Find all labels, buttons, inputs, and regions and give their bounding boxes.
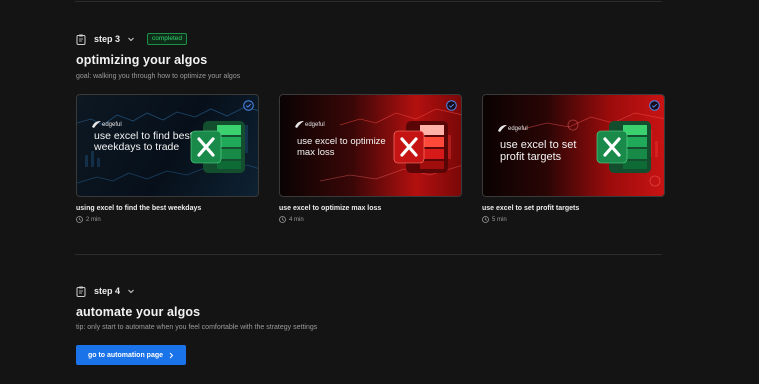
lesson-title[interactable]: use excel to optimize max loss [279, 205, 462, 212]
step-3-title: optimizing your algos [76, 53, 208, 67]
clipboard-icon [76, 286, 86, 297]
clock-icon [482, 216, 489, 223]
clock-icon [279, 216, 286, 223]
go-to-automation-button[interactable]: go to automation page [76, 345, 186, 365]
completed-badge: completed [147, 32, 188, 46]
clock-icon [76, 216, 83, 223]
section-divider [75, 254, 662, 255]
excel-icon [595, 117, 653, 177]
lesson-title[interactable]: using excel to find the best weekdays [76, 205, 259, 212]
step-3-goal: goal: walking you through how to optimiz… [76, 73, 241, 80]
go-to-automation-label: go to automation page [87, 351, 164, 359]
clipboard-icon [76, 34, 86, 45]
lesson-thumbnail[interactable]: edgeful use excel to optimize max loss [279, 94, 462, 197]
lesson-card-profit-targets[interactable]: edgeful use excel to set profit targets … [482, 94, 665, 223]
step-4-title: automate your algos [76, 305, 201, 319]
edgeful-logo: edgeful [295, 121, 325, 128]
chevron-down-icon[interactable] [127, 287, 135, 295]
thumbnail-headline: use excel to find best weekdays to trade [94, 130, 193, 153]
step-3-header[interactable]: step 3 completed [76, 32, 188, 46]
check-circle-icon [446, 98, 457, 111]
top-divider [75, 1, 662, 2]
lesson-thumbnail[interactable]: edgeful use excel to find best weekdays … [76, 94, 259, 197]
step-3-label: step 3 [94, 34, 121, 44]
chevron-down-icon[interactable] [127, 35, 135, 43]
step-4-tip: tip: only start to automate when you fee… [76, 324, 318, 331]
excel-icon [189, 117, 247, 177]
chevron-right-icon [168, 352, 174, 359]
lesson-duration: 5 min [482, 216, 665, 223]
lesson-card-max-loss[interactable]: edgeful use excel to optimize max loss u… [279, 94, 462, 223]
lesson-thumbnail[interactable]: edgeful use excel to set profit targets [482, 94, 665, 197]
edgeful-logo: edgeful [92, 121, 122, 128]
step-4-label: step 4 [94, 286, 121, 296]
excel-icon [392, 117, 450, 177]
lesson-duration: 4 min [279, 216, 462, 223]
check-circle-icon [649, 98, 660, 111]
check-circle-icon [243, 98, 254, 111]
lesson-title[interactable]: use excel to set profit targets [482, 205, 665, 212]
step-4-header[interactable]: step 4 [76, 284, 135, 298]
lesson-duration: 2 min [76, 216, 259, 223]
thumbnail-headline: use excel to set profit targets [500, 139, 577, 163]
lesson-card-best-weekdays[interactable]: edgeful use excel to find best weekdays … [76, 94, 259, 223]
edgeful-logo: edgeful [498, 125, 528, 132]
thumbnail-headline: use excel to optimize max loss [297, 136, 386, 158]
